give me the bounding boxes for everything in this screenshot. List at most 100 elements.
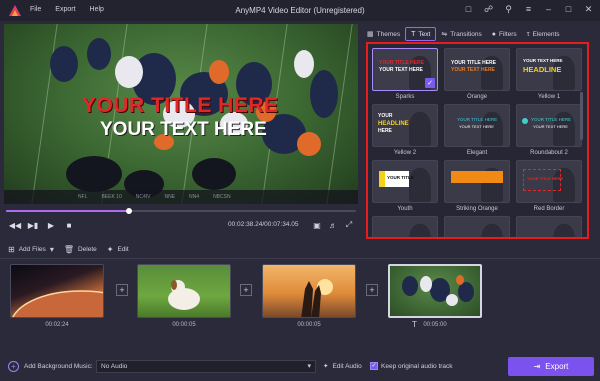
template-thumbnail[interactable]: YOUR TITLE HERE YOUR TEXT HERE ✓ xyxy=(372,48,438,91)
themes-icon: ▦ xyxy=(367,31,374,38)
keep-original-audio[interactable]: ✓ Keep original audio track xyxy=(370,362,453,370)
template-orange[interactable]: YOUR TITLE HERE YOUR TEXT HERE Orange xyxy=(444,48,510,104)
template-line: YOUR TITLE HERE xyxy=(379,60,425,66)
timeline-clip[interactable] xyxy=(137,264,231,318)
total-time: 00:07:34.05 xyxy=(264,221,299,228)
template-sparks[interactable]: YOUR TITLE HERE YOUR TEXT HERE ✓ Sparks xyxy=(372,48,438,104)
chevron-down-icon: ▾ xyxy=(49,244,54,254)
clip-duration: 00:00:05 xyxy=(172,322,196,328)
menu-file[interactable]: File xyxy=(30,6,41,13)
add-transition-icon[interactable]: + xyxy=(240,284,252,296)
overlay-title-text[interactable]: YOUR TITLE HERE xyxy=(82,94,279,118)
panel-scrollbar[interactable] xyxy=(580,92,583,140)
template-thumbnail[interactable]: YOUR TITLE xyxy=(372,160,438,203)
edit-audio-button[interactable]: ✦ Edit Audio xyxy=(323,362,362,371)
key-icon[interactable]: ⚲ xyxy=(503,4,514,15)
tab-label: Filters xyxy=(498,30,517,38)
minimize-icon[interactable]: – xyxy=(543,4,554,15)
export-button[interactable]: ⇥ Export xyxy=(508,357,594,376)
dot-icon xyxy=(522,118,528,124)
banner-item: NBCSN xyxy=(213,194,231,200)
clip-duration: 00:00:05 xyxy=(297,322,321,328)
magic-wand-icon: ✦ xyxy=(323,363,329,370)
timeline-toolbar: ⊞ Add Files ▾ 🗑 Delete ✦ Edit xyxy=(8,243,129,255)
progress-handle[interactable] xyxy=(125,208,132,214)
timeline-clip[interactable] xyxy=(10,264,104,318)
save-icon[interactable]: □ xyxy=(463,4,474,15)
template-thumbnail[interactable] xyxy=(372,216,438,237)
timeline-clip-selected[interactable] xyxy=(388,264,482,318)
transitions-icon: ⇋ xyxy=(441,31,448,38)
menu-export[interactable]: Export xyxy=(55,6,75,13)
step-back-icon[interactable]: ▶▮ xyxy=(26,218,40,232)
tab-filters[interactable]: ● Filters xyxy=(487,27,522,41)
banner-item: NC4IV xyxy=(135,194,151,200)
volume-icon[interactable]: ♬ xyxy=(328,219,338,231)
stop-icon[interactable]: ■ xyxy=(62,218,76,232)
menu-icon[interactable]: ≡ xyxy=(523,4,534,15)
play-icon[interactable]: ▶ xyxy=(44,218,58,232)
template-thumbnail[interactable] xyxy=(444,160,510,203)
edit-button[interactable]: ✦ Edit xyxy=(107,245,129,254)
checkbox-checked-icon[interactable]: ✓ xyxy=(370,362,378,370)
template-line: YOUR TEXT HERE xyxy=(459,124,494,129)
close-icon[interactable]: ✕ xyxy=(583,4,594,15)
template-youth[interactable]: YOUR TITLE Youth xyxy=(372,160,438,216)
tab-transitions[interactable]: ⇋ Transitions xyxy=(436,27,486,41)
maximize-icon[interactable]: □ xyxy=(563,4,574,15)
template-thumbnail[interactable] xyxy=(444,216,510,237)
export-label: Export xyxy=(545,362,569,371)
template-thumbnail[interactable]: YOUR TITLE HERE YOUR TEXT HERE xyxy=(444,48,510,91)
template-thumbnail[interactable] xyxy=(516,216,582,237)
tab-label: Transitions xyxy=(450,30,482,38)
tab-label: Themes xyxy=(376,30,401,38)
template-partial[interactable] xyxy=(444,216,510,237)
template-name: Roundabout 2 xyxy=(530,150,568,156)
keep-original-label: Keep original audio track xyxy=(381,362,453,370)
template-thumbnail[interactable]: YOUR TEXT HERE HEADLINE xyxy=(516,48,582,91)
timeline-clip[interactable] xyxy=(262,264,356,318)
snapshot-icon[interactable]: ▣ xyxy=(312,219,322,231)
app-logo-icon xyxy=(9,5,21,16)
add-transition-icon[interactable]: + xyxy=(366,284,378,296)
football-thumbnail xyxy=(402,275,474,306)
add-folder-icon: ⊞ xyxy=(8,244,15,254)
template-roundabout-2[interactable]: YOUR TITLE HERE YOUR TEXT HERE Roundabou… xyxy=(516,104,582,160)
overlay-body-text[interactable]: YOUR TEXT HERE xyxy=(100,119,267,141)
fullscreen-icon[interactable]: ⤢ xyxy=(344,219,354,231)
cart-icon[interactable]: ☍ xyxy=(483,4,494,15)
tab-themes[interactable]: ▦ Themes xyxy=(362,27,405,41)
couple-sunset-thumbnail xyxy=(301,279,333,317)
effects-tabs: ▦ Themes T Text ⇋ Transitions ● Filters τ Ele… xyxy=(362,26,596,42)
template-elegant[interactable]: YOUR TITLE HERE YOUR TEXT HERE Elegant xyxy=(444,104,510,160)
template-yellow-1[interactable]: YOUR TEXT HERE HEADLINE Yellow 1 xyxy=(516,48,582,104)
template-thumbnail[interactable]: YOUR HEADLINE HERE xyxy=(372,104,438,147)
template-partial[interactable] xyxy=(516,216,582,237)
template-yellow-2[interactable]: YOUR HEADLINE HERE Yellow 2 xyxy=(372,104,438,160)
tab-text[interactable]: T Text xyxy=(405,27,437,41)
tab-label: Text xyxy=(418,30,431,38)
template-partial[interactable] xyxy=(372,216,438,237)
template-name: Yellow 2 xyxy=(393,150,417,156)
add-background-music[interactable]: + Add Background Music: xyxy=(8,361,93,372)
add-transition-icon[interactable]: + xyxy=(116,284,128,296)
template-name: Elegant xyxy=(466,150,488,156)
rewind-icon[interactable]: ◀◀ xyxy=(8,218,22,232)
tv-banner: NFL BEEK 10 NC4IV NNE NN4 NBCSN xyxy=(4,190,358,204)
template-red-border[interactable]: YOUR TITLE HERE Red Border xyxy=(516,160,582,216)
template-striking-orange[interactable]: Striking Orange xyxy=(444,160,510,216)
video-preview[interactable]: YOUR TITLE HERE YOUR TEXT HERE NFL BEEK … xyxy=(4,24,358,204)
audio-select[interactable]: No Audio ▾ xyxy=(96,360,316,373)
template-line: YOUR TEXT HERE xyxy=(533,124,568,129)
tab-elements[interactable]: τ Elements xyxy=(522,27,565,41)
timeline-divider xyxy=(0,258,600,259)
menu-help[interactable]: Help xyxy=(90,6,104,13)
template-thumbnail[interactable]: YOUR TITLE HERE YOUR TEXT HERE xyxy=(516,104,582,147)
add-files-button[interactable]: ⊞ Add Files ▾ xyxy=(8,245,54,254)
template-thumbnail[interactable]: YOUR TITLE HERE xyxy=(516,160,582,203)
delete-button[interactable]: 🗑 Delete xyxy=(64,245,97,254)
text-marker-icon[interactable]: T xyxy=(412,320,417,329)
template-thumbnail[interactable]: YOUR TITLE HERE YOUR TEXT HERE xyxy=(444,104,510,147)
playback-progress[interactable] xyxy=(4,208,358,214)
window-controls: □ ☍ ⚲ ≡ – □ ✕ xyxy=(463,4,594,15)
